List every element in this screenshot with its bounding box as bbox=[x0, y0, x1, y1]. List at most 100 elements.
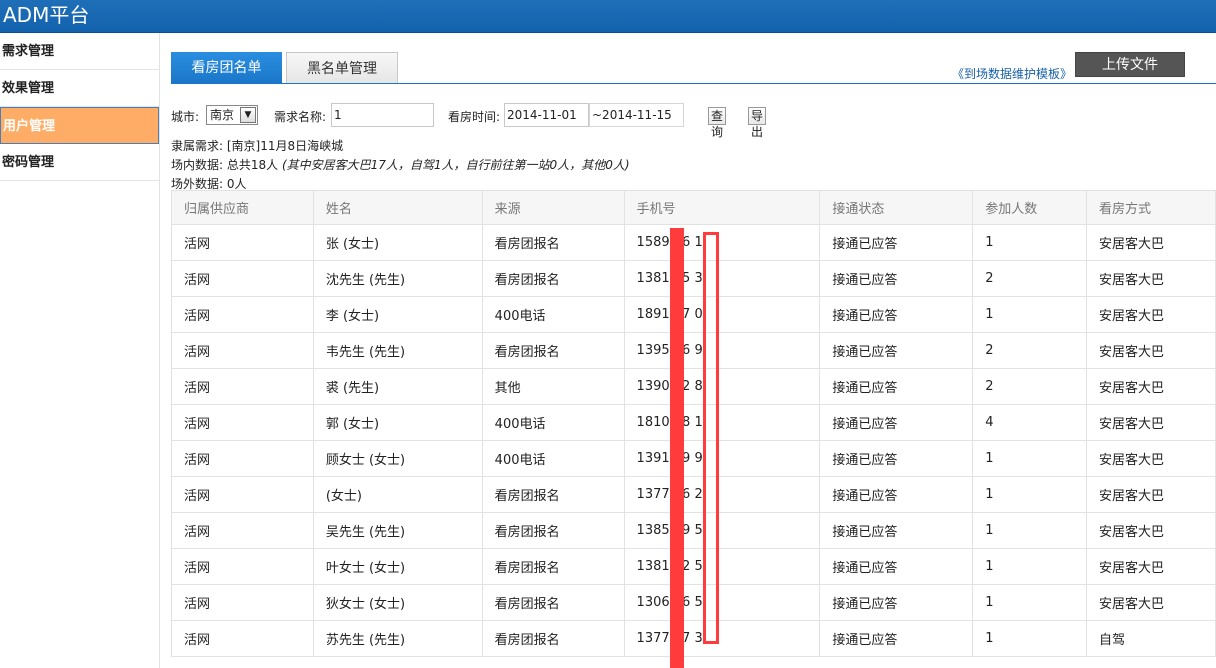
cell-supplier: 活网 bbox=[171, 548, 314, 585]
cell-name: 郭 (女士) bbox=[312, 404, 483, 441]
cell-supplier: 活网 bbox=[171, 332, 314, 369]
cell-status: 接通已应答 bbox=[819, 404, 974, 441]
cell-phone: 1381 05 3 bbox=[623, 260, 821, 297]
cell-supplier: 活网 bbox=[171, 260, 314, 297]
chevron-down-icon: ▼ bbox=[240, 107, 256, 123]
table-row[interactable]: 活网苏先生 (先生)看房团报名1377 77 3接通已应答1自驾 bbox=[171, 620, 1216, 657]
cell-phone: 1395 26 9 bbox=[623, 332, 821, 369]
cell-name: 张 (女士) bbox=[312, 224, 483, 261]
cell-count: 1 bbox=[972, 296, 1088, 333]
table-row[interactable]: 活网(女士)看房团报名1377 46 2接通已应答1安居客大巴 bbox=[171, 476, 1216, 513]
redaction-bar bbox=[670, 228, 684, 668]
cell-status: 接通已应答 bbox=[819, 476, 974, 513]
cell-count: 1 bbox=[972, 584, 1088, 621]
time-to-input[interactable]: ~2014-11-15 bbox=[589, 103, 684, 127]
sidebar-item-effect[interactable]: 效果管理 bbox=[0, 70, 159, 107]
cell-count: 1 bbox=[972, 620, 1088, 657]
city-select[interactable]: 南京 ▼ bbox=[206, 105, 258, 125]
export-button[interactable]: 导出 bbox=[748, 107, 767, 139]
demand-name-input[interactable]: 1 bbox=[331, 103, 434, 127]
col-header-supplier[interactable]: 归属供应商 bbox=[171, 190, 314, 225]
app-title: ADM平台 bbox=[3, 3, 90, 27]
table-row[interactable]: 活网吴先生 (先生)看房团报名1385 29 5接通已应答1安居客大巴 bbox=[171, 512, 1216, 549]
cell-phone: 1810 88 1 bbox=[623, 404, 821, 441]
sidebar-item-users[interactable]: 用户管理 bbox=[0, 107, 159, 144]
cell-mode: 安居客大巴 bbox=[1086, 512, 1216, 549]
city-select-value: 南京 bbox=[210, 108, 235, 122]
cell-source: 看房团报名 bbox=[481, 512, 625, 549]
top-bar: ADM平台 bbox=[0, 0, 1216, 33]
table-row[interactable]: 活网狄女士 (女士)看房团报名1306 66 5接通已应答1安居客大巴 bbox=[171, 584, 1216, 621]
template-link[interactable]: 《到场数据维护模板》 bbox=[952, 65, 1072, 82]
cell-phone: 1377 77 3 bbox=[623, 620, 821, 657]
cell-name: 狄女士 (女士) bbox=[312, 584, 483, 621]
table-row[interactable]: 活网顾女士 (女士)400电话1391 69 9接通已应答1安居客大巴 bbox=[171, 440, 1216, 477]
col-header-status[interactable]: 接通状态 bbox=[819, 190, 974, 225]
cell-phone: 1391 69 9 bbox=[623, 440, 821, 477]
table-row[interactable]: 活网张 (女士)看房团报名1589 66 1接通已应答1安居客大巴 bbox=[171, 224, 1216, 261]
cell-mode: 安居客大巴 bbox=[1086, 296, 1216, 333]
cell-supplier: 活网 bbox=[171, 440, 314, 477]
cell-supplier: 活网 bbox=[171, 296, 314, 333]
cell-supplier: 活网 bbox=[171, 584, 314, 621]
cell-mode: 安居客大巴 bbox=[1086, 224, 1216, 261]
cell-status: 接通已应答 bbox=[819, 548, 974, 585]
upload-file-button[interactable]: 上传文件 bbox=[1075, 52, 1185, 77]
cell-count: 2 bbox=[972, 332, 1088, 369]
cell-phone: 1381 72 5 bbox=[623, 548, 821, 585]
cell-count: 4 bbox=[972, 404, 1088, 441]
cell-name: 裘 (先生) bbox=[312, 368, 483, 405]
demand-info: 隶属需求: [南京]11月8日海峡城 bbox=[171, 139, 344, 153]
query-button[interactable]: 查询 bbox=[708, 107, 727, 139]
tab-viewing-group-list[interactable]: 看房团名单 bbox=[171, 52, 282, 84]
cell-status: 接通已应答 bbox=[819, 620, 974, 657]
cell-phone: 1385 29 5 bbox=[623, 512, 821, 549]
cell-status: 接通已应答 bbox=[819, 332, 974, 369]
time-from-input[interactable]: 2014-11-01 bbox=[504, 103, 589, 127]
cell-supplier: 活网 bbox=[171, 512, 314, 549]
cell-source: 400电话 bbox=[481, 404, 625, 441]
cell-source: 400电话 bbox=[481, 296, 625, 333]
cell-mode: 安居客大巴 bbox=[1086, 548, 1216, 585]
table-row[interactable]: 活网叶女士 (女士)看房团报名1381 72 5接通已应答1安居客大巴 bbox=[171, 548, 1216, 585]
cell-supplier: 活网 bbox=[171, 404, 314, 441]
cell-source: 看房团报名 bbox=[481, 332, 625, 369]
table-row[interactable]: 活网裘 (先生)其他1390 72 8接通已应答2安居客大巴 bbox=[171, 368, 1216, 405]
col-header-name[interactable]: 姓名 bbox=[312, 190, 483, 225]
cell-status: 接通已应答 bbox=[819, 584, 974, 621]
sidebar-item-password[interactable]: 密码管理 bbox=[0, 144, 159, 181]
cell-status: 接通已应答 bbox=[819, 512, 974, 549]
sidebar: 需求管理 效果管理 用户管理 密码管理 bbox=[0, 33, 160, 668]
table-row[interactable]: 活网郭 (女士)400电话1810 88 1接通已应答4安居客大巴 bbox=[171, 404, 1216, 441]
table-row[interactable]: 活网李 (女士)400电话1891 87 0接通已应答1安居客大巴 bbox=[171, 296, 1216, 333]
cell-phone: 1306 66 5 bbox=[623, 584, 821, 621]
cell-status: 接通已应答 bbox=[819, 440, 974, 477]
cell-supplier: 活网 bbox=[171, 476, 314, 513]
cell-phone: 1891 87 0 bbox=[623, 296, 821, 333]
col-header-phone[interactable]: 手机号 bbox=[623, 190, 821, 225]
cell-status: 接通已应答 bbox=[819, 260, 974, 297]
cell-mode: 安居客大巴 bbox=[1086, 332, 1216, 369]
cell-count: 1 bbox=[972, 476, 1088, 513]
cell-mode: 自驾 bbox=[1086, 620, 1216, 657]
inside-data-detail: (其中安居客大巴17人，自驾1人，自行前往第一站0人，其他0人) bbox=[281, 158, 630, 172]
cell-source: 其他 bbox=[481, 368, 625, 405]
cell-name: 李 (女士) bbox=[312, 296, 483, 333]
col-header-mode[interactable]: 看房方式 bbox=[1086, 190, 1216, 225]
viewing-time-label: 看房时间: bbox=[448, 110, 501, 124]
cell-name: 韦先生 (先生) bbox=[312, 332, 483, 369]
cell-count: 1 bbox=[972, 548, 1088, 585]
tab-blacklist[interactable]: 黑名单管理 bbox=[286, 52, 398, 84]
table-row[interactable]: 活网韦先生 (先生)看房团报名1395 26 9接通已应答2安居客大巴 bbox=[171, 332, 1216, 369]
table-header-row: 归属供应商 姓名 来源 手机号 接通状态 参加人数 看房方式 bbox=[171, 190, 1216, 225]
cell-name: (女士) bbox=[312, 476, 483, 513]
cell-phone: 1390 72 8 bbox=[623, 368, 821, 405]
cell-source: 看房团报名 bbox=[481, 260, 625, 297]
col-header-count[interactable]: 参加人数 bbox=[972, 190, 1088, 225]
cell-source: 看房团报名 bbox=[481, 224, 625, 261]
cell-mode: 安居客大巴 bbox=[1086, 440, 1216, 477]
cell-mode: 安居客大巴 bbox=[1086, 476, 1216, 513]
col-header-source[interactable]: 来源 bbox=[481, 190, 625, 225]
table-row[interactable]: 活网沈先生 (先生)看房团报名1381 05 3接通已应答2安居客大巴 bbox=[171, 260, 1216, 297]
sidebar-item-demand[interactable]: 需求管理 bbox=[0, 33, 159, 70]
